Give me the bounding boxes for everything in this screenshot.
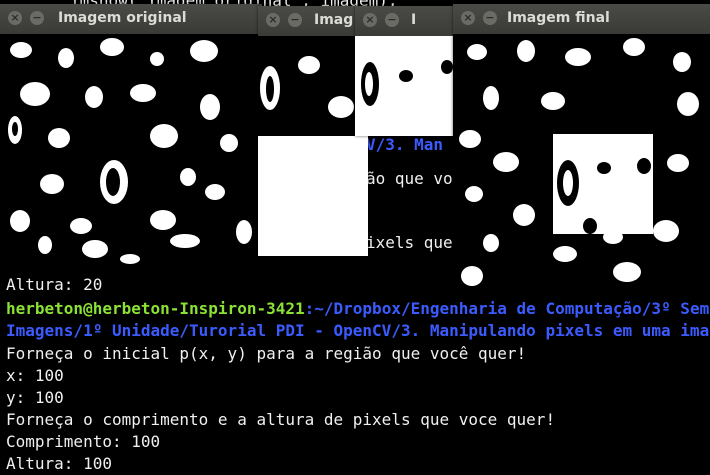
terminal-line: x: 100 <box>6 366 64 385</box>
window-imagem-original[interactable]: × − Imagem original <box>0 4 262 272</box>
terminal-prompt: herbeton@herbeton-Inspiron-3421:~/Dropbo… <box>6 298 709 320</box>
window-imagem-third[interactable]: × − I <box>355 6 455 136</box>
close-button[interactable]: × <box>8 11 22 25</box>
window-title: Imag <box>314 12 354 28</box>
close-button[interactable]: × <box>461 11 475 25</box>
prompt-path-cont: Imagens/1º Unidade/Turorial PDI - OpenCV… <box>6 321 710 340</box>
window-titlebar[interactable]: × − I <box>355 6 455 37</box>
window-title: I <box>411 12 417 28</box>
terminal-line: Forneça o comprimento e a altura de pixe… <box>6 410 556 429</box>
window-title: Imagem final <box>507 10 610 26</box>
window-imagem-final[interactable]: × − Imagem final <box>453 4 710 290</box>
image-canvas <box>258 36 368 136</box>
minimize-button[interactable]: − <box>385 13 399 27</box>
close-button[interactable]: × <box>266 13 280 27</box>
image-canvas <box>0 34 262 272</box>
minimize-button[interactable]: − <box>483 11 497 25</box>
window-titlebar[interactable]: × − Imag <box>258 6 368 37</box>
terminal-line: Comprimento: 100 <box>6 432 161 451</box>
window-imagem-middle[interactable]: × − Imag <box>258 6 368 256</box>
terminal-line: Altura: 100 <box>6 454 112 473</box>
image-canvas <box>355 36 455 136</box>
window-title: Imagem original <box>58 10 187 26</box>
terminal-line: Forneça o inicial p(x, y) para a região … <box>6 344 527 363</box>
minimize-button[interactable]: − <box>30 11 44 25</box>
prompt-path: :~/Dropbox/Engenharia de Computação/3º S… <box>304 299 710 318</box>
prompt-user: herbeton@herbeton-Inspiron-3421 <box>6 299 305 318</box>
modified-region <box>553 134 653 234</box>
image-canvas <box>453 34 710 290</box>
close-button[interactable]: × <box>363 13 377 27</box>
window-titlebar[interactable]: × − Imagem final <box>453 4 710 35</box>
window-titlebar[interactable]: × − Imagem original <box>0 4 262 35</box>
terminal-line: y: 100 <box>6 388 64 407</box>
minimize-button[interactable]: − <box>288 13 302 27</box>
terminal-line: Altura: 20 <box>6 275 103 294</box>
